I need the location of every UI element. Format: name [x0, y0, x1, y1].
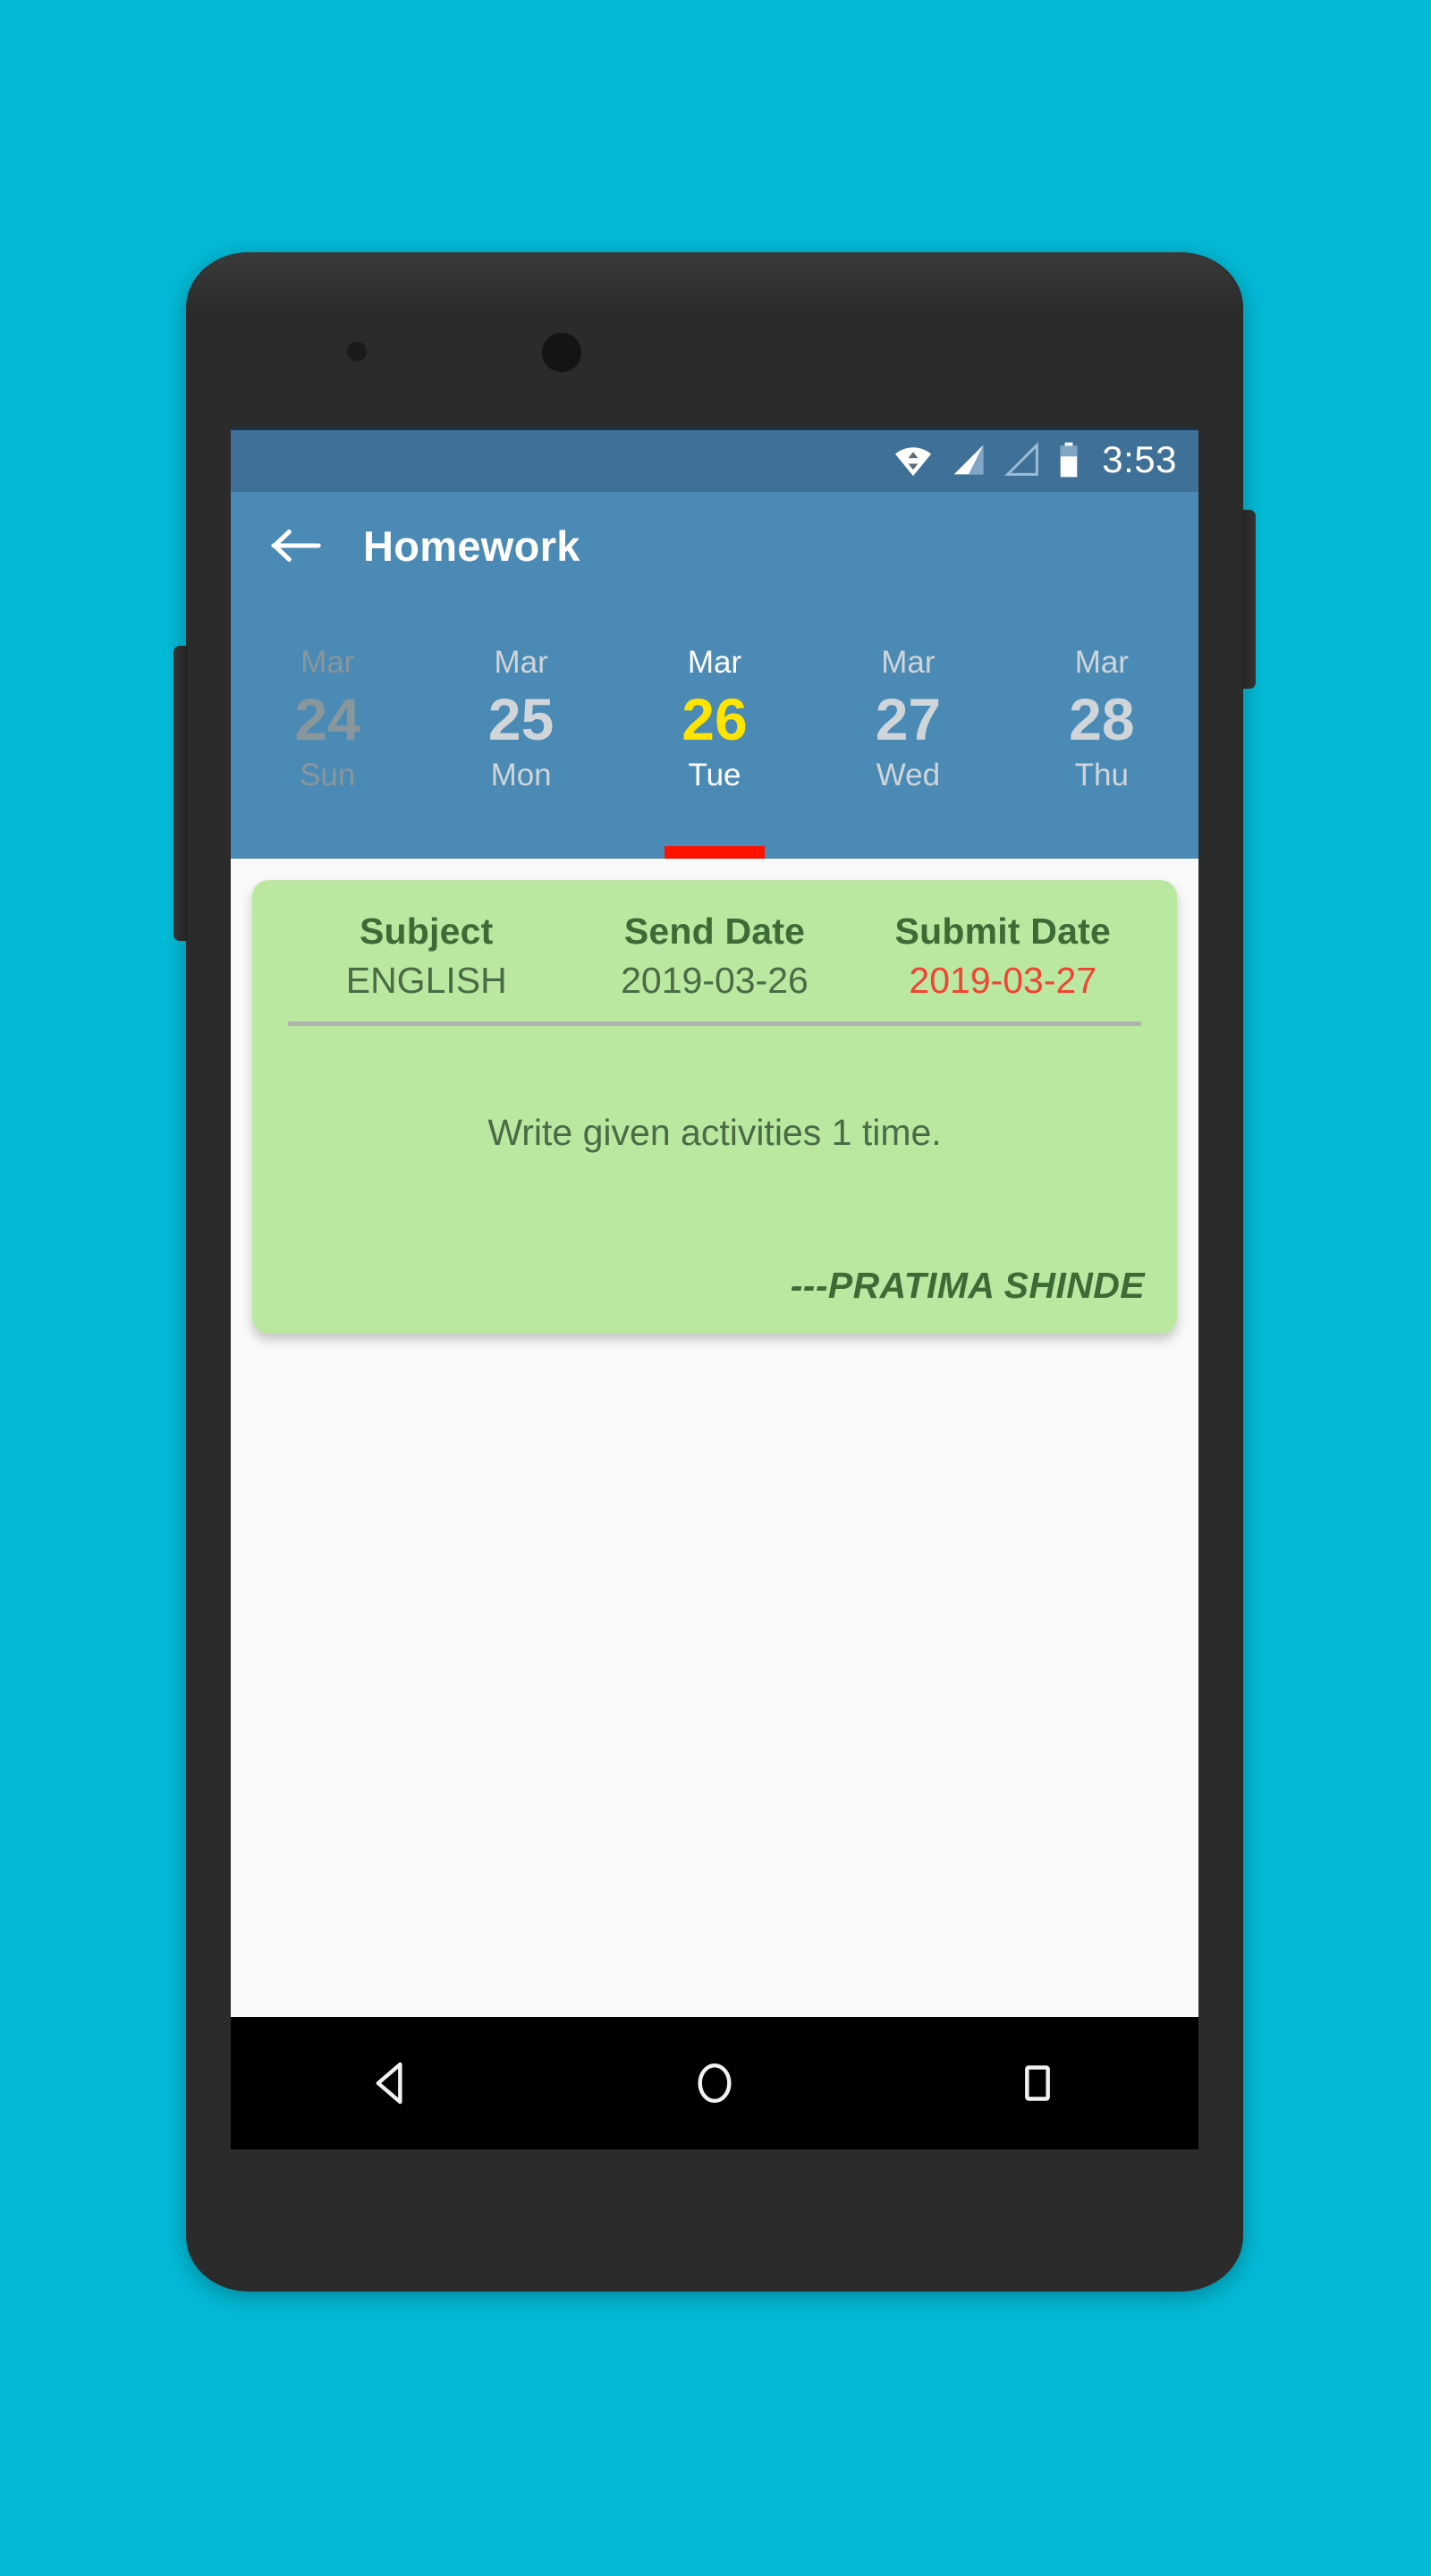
status-bar-clock: 3:53	[1102, 438, 1177, 480]
send-date-label: Send Date	[623, 911, 806, 952]
date-tab-3[interactable]: Mar 27 Wed	[811, 599, 1004, 859]
cell-signal-empty-icon	[1003, 442, 1041, 478]
homework-card[interactable]: Subject ENGLISH Send Date 2019-03-26 Sub…	[252, 880, 1177, 1334]
back-arrow-icon[interactable]	[270, 526, 322, 565]
date-tab-1[interactable]: Mar 25 Mon	[424, 599, 617, 859]
date-tab-weekday: Sun	[300, 758, 356, 792]
nav-recents-square-icon[interactable]	[970, 2017, 1105, 2149]
android-navigation-bar	[231, 2017, 1198, 2149]
date-tab-month: Mar	[1074, 645, 1129, 680]
date-tab-weekday: Wed	[876, 758, 941, 792]
send-date-value: 2019-03-26	[621, 960, 809, 1001]
phone-screen: 3:53 Homework Mar 24 Sun Mar 25 Mon Mar …	[231, 428, 1198, 2149]
date-tab-strip: Mar 24 Sun Mar 25 Mon Mar 26 Tue Mar 27 …	[231, 599, 1198, 859]
proximity-sensor-icon	[347, 342, 367, 361]
card-divider	[288, 1021, 1141, 1026]
date-tab-2[interactable]: Mar 26 Tue	[618, 599, 811, 859]
date-tab-month: Mar	[687, 645, 742, 680]
subject-column: Subject ENGLISH	[284, 911, 568, 1002]
submit-date-label: Submit Date	[894, 911, 1111, 952]
date-tab-weekday: Thu	[1074, 758, 1129, 792]
submit-date-column: Submit Date 2019-03-27	[861, 911, 1145, 1002]
cell-signal-full-icon	[950, 442, 987, 478]
date-tab-weekday: Mon	[490, 758, 552, 792]
date-tab-day: 27	[875, 686, 942, 752]
status-bar: 3:53	[231, 428, 1198, 492]
volume-rocker-button[interactable]	[174, 646, 188, 941]
phone-device-frame: 3:53 Homework Mar 24 Sun Mar 25 Mon Mar …	[174, 252, 1256, 2292]
selected-tab-indicator	[664, 846, 766, 859]
date-tab-0[interactable]: Mar 24 Sun	[231, 599, 424, 859]
date-tab-month: Mar	[881, 645, 936, 680]
date-tab-day: 28	[1069, 686, 1135, 752]
homework-card-header: Subject ENGLISH Send Date 2019-03-26 Sub…	[284, 911, 1145, 1002]
subject-label: Subject	[359, 911, 494, 952]
date-tab-weekday: Tue	[688, 758, 741, 792]
homework-signature: ---PRATIMA SHINDE	[790, 1265, 1145, 1306]
date-tab-day: 26	[682, 686, 748, 752]
send-date-column: Send Date 2019-03-26	[568, 911, 860, 1002]
page-title: Homework	[363, 521, 580, 570]
nav-back-triangle-icon[interactable]	[325, 2017, 459, 2149]
battery-icon	[1057, 441, 1080, 479]
date-tab-day: 24	[294, 686, 360, 752]
homework-description: Write given activities 1 time.	[487, 1112, 942, 1153]
nav-home-circle-icon[interactable]	[648, 2017, 782, 2149]
front-camera-icon	[542, 333, 581, 372]
power-button[interactable]	[1241, 510, 1256, 689]
date-tab-month: Mar	[301, 645, 355, 680]
date-tab-4[interactable]: Mar 28 Thu	[1005, 599, 1198, 859]
wifi-transfer-icon	[893, 442, 934, 478]
date-tab-day: 25	[487, 686, 555, 752]
subject-value: ENGLISH	[345, 960, 507, 1001]
submit-date-value: 2019-03-27	[909, 960, 1097, 1001]
homework-list: Subject ENGLISH Send Date 2019-03-26 Sub…	[231, 859, 1198, 2149]
app-bar: Homework	[231, 492, 1198, 599]
date-tab-month: Mar	[494, 645, 548, 680]
